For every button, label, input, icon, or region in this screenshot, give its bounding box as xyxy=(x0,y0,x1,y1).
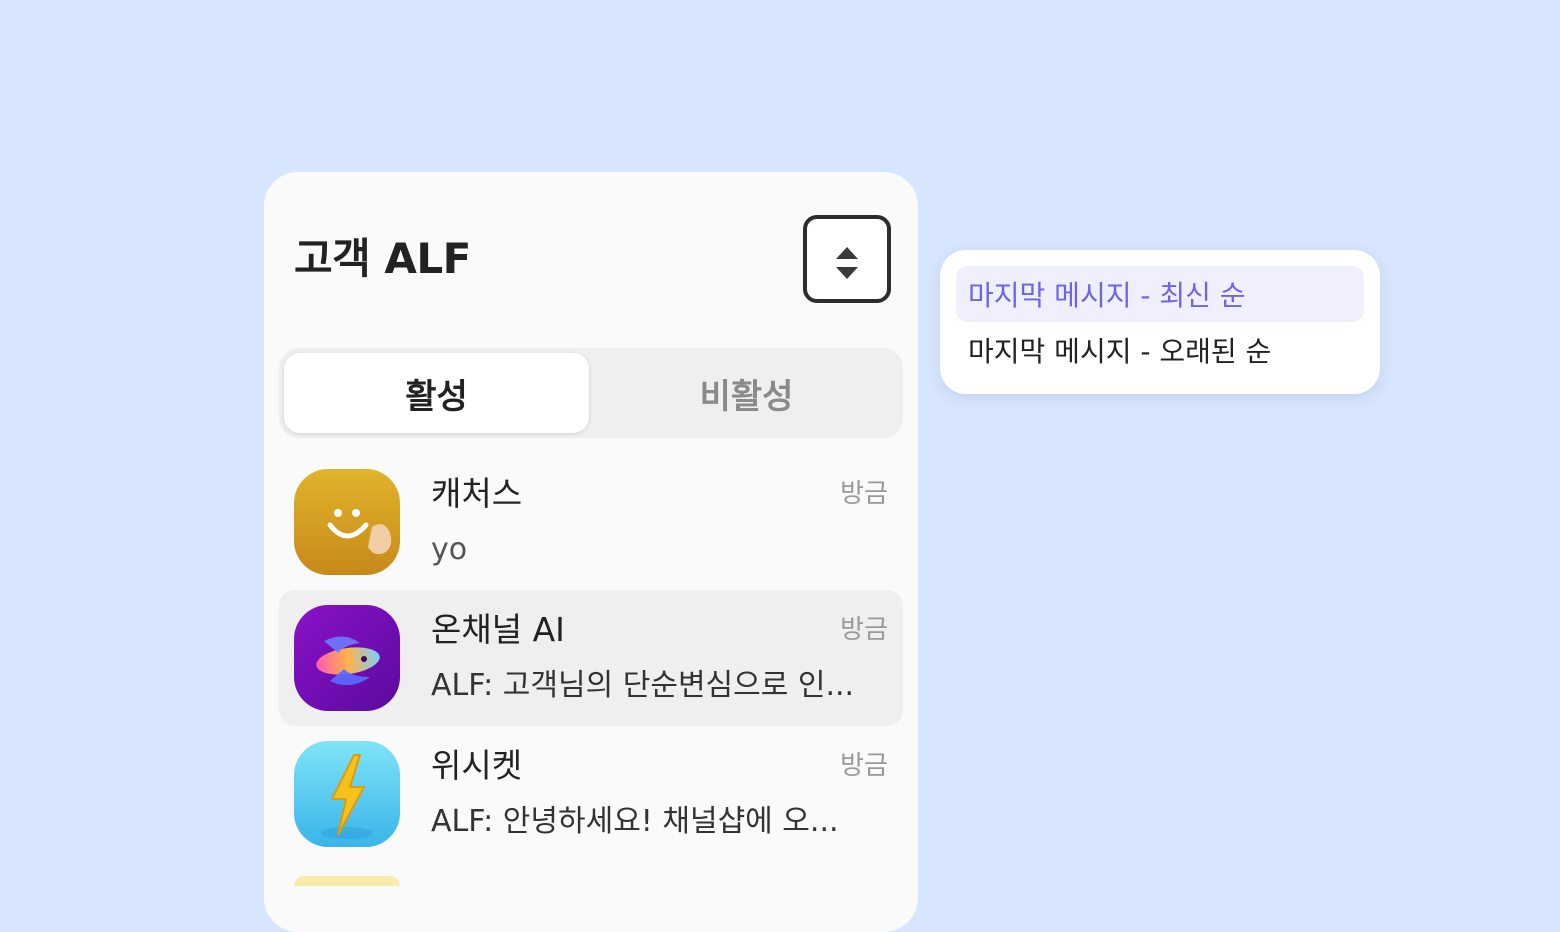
chat-time: 방금 xyxy=(840,479,888,509)
lightning-icon xyxy=(294,741,400,847)
chat-item-wishket[interactable]: 위시켓 방금 ALF: 안녕하세요! 채널샵에 오... xyxy=(279,726,903,862)
smiley-icon xyxy=(294,469,400,575)
sort-option-newest[interactable]: 마지막 메시지 - 최신 순 xyxy=(956,266,1364,322)
tab-active[interactable]: 활성 xyxy=(284,353,589,433)
swirl-fish-icon xyxy=(294,605,400,711)
avatar xyxy=(294,876,400,886)
chat-item-catchers[interactable]: 캐처스 방금 yo xyxy=(279,454,903,590)
sort-option-oldest[interactable]: 마지막 메시지 - 오래된 순 xyxy=(956,322,1364,378)
chat-list: 캐처스 방금 yo 온채널 AI 방금 ALF: 고객님의 단순변심으로 인..… xyxy=(279,454,903,862)
chat-item-onchannel-ai[interactable]: 온채널 AI 방금 ALF: 고객님의 단순변심으로 인... xyxy=(279,590,903,726)
chat-preview: ALF: 고객님의 단순변심으로 인... xyxy=(431,668,855,703)
chat-preview: ALF: 안녕하세요! 채널샵에 오... xyxy=(431,804,839,839)
chat-panel: 고객 ALF 활성 비활성 캐처스 방금 yo 온채널 AI 방금 ALF: 고… xyxy=(264,172,918,932)
chat-name: 온채널 AI xyxy=(431,610,565,649)
tab-inactive[interactable]: 비활성 xyxy=(594,353,899,433)
chat-name: 위시켓 xyxy=(431,746,523,785)
sort-dropdown-menu: 마지막 메시지 - 최신 순 마지막 메시지 - 오래된 순 xyxy=(940,250,1380,394)
sort-up-down-icon xyxy=(836,247,858,279)
sort-button[interactable] xyxy=(803,215,891,303)
status-segmented-control: 활성 비활성 xyxy=(279,348,903,438)
chat-time: 방금 xyxy=(840,615,888,645)
chat-name: 캐처스 xyxy=(431,474,523,513)
page-title: 고객 ALF xyxy=(294,234,471,283)
chat-time: 방금 xyxy=(840,751,888,781)
chat-preview: yo xyxy=(431,532,468,567)
